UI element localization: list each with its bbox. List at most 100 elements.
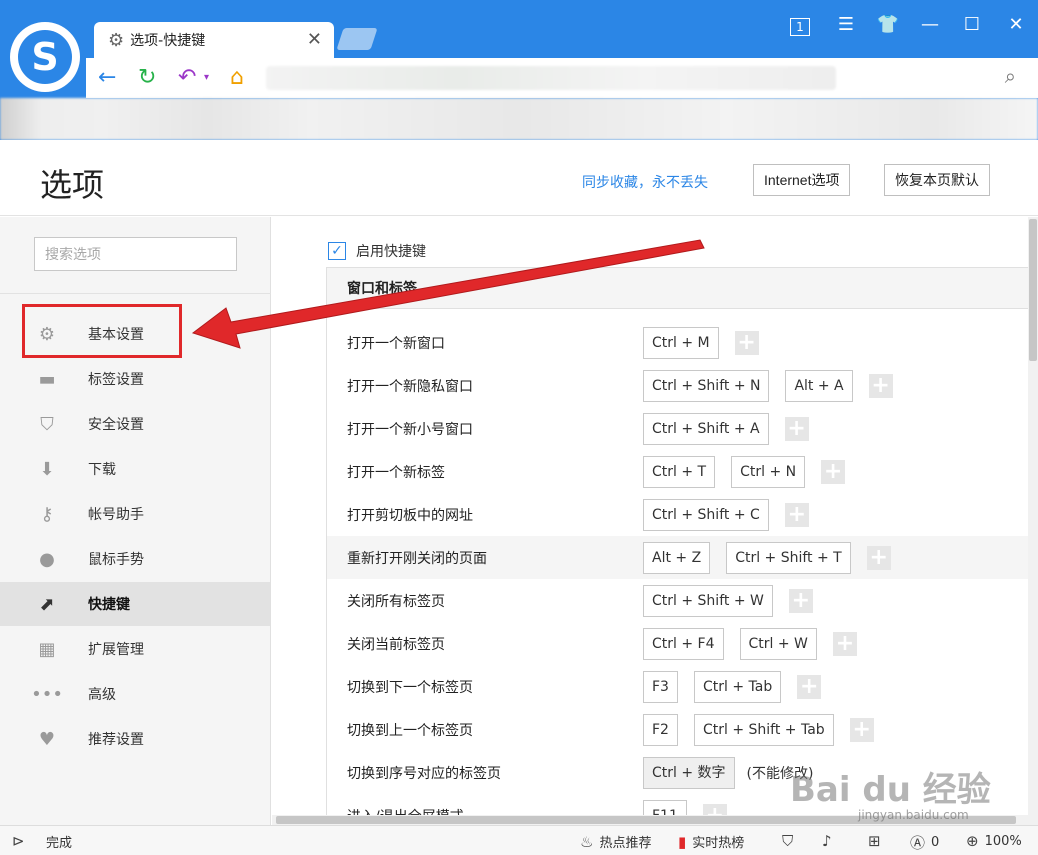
skin-icon[interactable]: 👕: [876, 14, 900, 35]
vertical-scroll-thumb[interactable]: [1029, 219, 1037, 361]
shortcut-key[interactable]: Ctrl + Shift + C: [643, 498, 769, 531]
shortcuts-panel: ✓ 启用快捷键 窗口和标签 打开一个新窗口 Ctrl + M + 打开一个新隐私窗…: [272, 217, 1038, 825]
shortcut-key[interactable]: Ctrl + Shift + Tab: [693, 713, 834, 746]
sync-link[interactable]: 同步收藏，永不丢失: [582, 172, 708, 192]
zoom-control[interactable]: ⊕ 100%: [966, 832, 1022, 850]
add-shortcut-icon[interactable]: +: [784, 502, 809, 527]
menu-icon[interactable]: ☰: [834, 14, 858, 35]
browser-chrome: S ⚙ 选项-快捷键 ✕ 1 ☰ 👕 — ☐ ✕ ← ↻ ↶ ▾ ⌂ ⌕: [0, 0, 1038, 140]
restore-defaults-button[interactable]: 恢复本页默认: [884, 164, 990, 196]
add-shortcut-icon[interactable]: +: [788, 588, 813, 613]
window-count-badge[interactable]: 1: [790, 18, 810, 36]
shortcut-key[interactable]: Alt + Z: [643, 541, 711, 574]
add-shortcut-icon[interactable]: +: [866, 545, 891, 570]
enable-shortcuts-row[interactable]: ✓ 启用快捷键: [328, 241, 426, 261]
more-icon: •••: [31, 683, 63, 705]
ad-block-icon: Ⓐ: [910, 834, 926, 852]
heart-icon: ♥: [38, 728, 56, 750]
home-icon[interactable]: ⌂: [230, 64, 244, 92]
shortcut-command: 打开一个新窗口: [347, 335, 445, 352]
shortcut-key[interactable]: Ctrl + Shift + T: [726, 541, 851, 574]
shortcut-key[interactable]: Ctrl + W: [739, 627, 817, 660]
table-row: 关闭当前标签页 Ctrl + F4 Ctrl + W +: [327, 622, 1038, 665]
shortcut-command: 切换到上一个标签页: [347, 722, 473, 739]
shortcut-key[interactable]: Ctrl + Shift + N: [643, 369, 770, 402]
shortcut-key[interactable]: Ctrl + F4: [643, 627, 724, 660]
sidebar-item-label: 鼠标手势: [88, 552, 144, 568]
window-close-icon[interactable]: ✕: [1004, 14, 1028, 35]
shortcut-key[interactable]: Ctrl + Shift + A: [643, 412, 769, 445]
table-row: 重新打开刚关闭的页面 Alt + Z Ctrl + Shift + T +: [327, 536, 1038, 579]
add-shortcut-icon[interactable]: +: [734, 330, 759, 355]
adblock-status[interactable]: Ⓐ 0: [910, 832, 939, 853]
shortcut-key[interactable]: F3: [643, 670, 678, 703]
sidebar-item-account[interactable]: ⚷ 帐号助手: [0, 492, 270, 536]
realtime-hot-button[interactable]: ▮ 实时热榜: [678, 832, 744, 852]
shortcut-command: 打开剪切板中的网址: [347, 507, 473, 524]
shortcut-command: 打开一个新隐私窗口: [347, 378, 473, 395]
sidebar-item-label: 下载: [88, 462, 116, 478]
shortcut-command: 关闭所有标签页: [347, 593, 445, 610]
add-shortcut-icon[interactable]: +: [832, 631, 857, 656]
enable-shortcuts-label: 启用快捷键: [356, 244, 426, 260]
table-row: 切换到上一个标签页 F2 Ctrl + Shift + Tab +: [327, 708, 1038, 751]
sidebar-toggle-icon: ⊳: [12, 832, 25, 850]
back-icon[interactable]: ←: [98, 64, 116, 92]
sidebar-item-extensions[interactable]: ▦ 扩展管理: [0, 627, 270, 671]
shortcut-key[interactable]: Alt + A: [785, 369, 853, 402]
tab-options-shortcuts[interactable]: ⚙ 选项-快捷键 ✕: [94, 22, 334, 58]
shortcut-command: 打开一个新小号窗口: [347, 421, 473, 438]
search-input[interactable]: [34, 237, 237, 271]
address-input[interactable]: [266, 66, 836, 90]
sidebar-item-security[interactable]: ⛉ 安全设置: [0, 402, 270, 446]
sidebar-item-label: 帐号助手: [88, 507, 144, 523]
add-shortcut-icon[interactable]: +: [784, 416, 809, 441]
extensions-button[interactable]: ⊞: [868, 832, 887, 850]
watermark-logo: Bai du 经验: [790, 770, 991, 810]
sidebar-item-label: 标签设置: [88, 372, 144, 388]
download-icon: ⬇: [39, 458, 55, 480]
tab-title: 选项-快捷键: [130, 33, 206, 49]
shortcut-key[interactable]: Ctrl + M: [643, 326, 719, 359]
close-tab-icon[interactable]: ✕: [307, 29, 322, 50]
enable-shortcuts-checkbox[interactable]: ✓: [328, 242, 346, 260]
browser-logo[interactable]: S: [10, 22, 80, 92]
hot-recommend-button[interactable]: ♨ 热点推荐: [580, 832, 652, 852]
add-shortcut-icon[interactable]: +: [821, 459, 846, 484]
sidebar-item-label: 推荐设置: [88, 732, 144, 748]
sound-button[interactable]: ♪: [822, 832, 838, 850]
sidebar-item-shortcuts[interactable]: ⬈ 快捷键: [0, 582, 270, 626]
search-icon[interactable]: ⌕: [1005, 64, 1016, 88]
hot-recommend-label: 热点推荐: [599, 836, 652, 851]
shortcut-command: 切换到下一个标签页: [347, 679, 473, 696]
undo-dropdown-icon[interactable]: ▾: [204, 64, 209, 92]
security-status[interactable]: ⛉: [782, 832, 799, 850]
shortcut-key[interactable]: Ctrl + T: [643, 455, 716, 488]
sidebar-item-tabs[interactable]: ▬ 标签设置: [0, 357, 270, 401]
shortcut-key[interactable]: Ctrl + N: [731, 455, 806, 488]
add-shortcut-icon[interactable]: +: [868, 373, 893, 398]
add-shortcut-icon[interactable]: +: [849, 717, 874, 742]
undo-icon[interactable]: ↶: [178, 64, 196, 92]
sidebar-toggle[interactable]: ⊳: [12, 832, 31, 850]
add-shortcut-icon[interactable]: +: [797, 674, 822, 699]
sidebar-item-recommended[interactable]: ♥ 推荐设置: [0, 717, 270, 761]
new-tab-button[interactable]: [336, 28, 378, 50]
highlight-box: [22, 304, 182, 358]
minimize-icon[interactable]: —: [918, 14, 942, 35]
zoom-level: 100%: [984, 833, 1022, 849]
key-icon: ⚷: [40, 503, 54, 525]
sidebar-item-download[interactable]: ⬇ 下载: [0, 447, 270, 491]
refresh-icon[interactable]: ↻: [138, 64, 156, 92]
sidebar-item-advanced[interactable]: ••• 高级: [0, 672, 270, 716]
maximize-icon[interactable]: ☐: [960, 14, 984, 35]
shortcut-key[interactable]: Ctrl + Tab: [693, 670, 782, 703]
zoom-icon: ⊕: [966, 832, 979, 850]
tab-icon: ▬: [38, 368, 56, 390]
shortcut-key[interactable]: F2: [643, 713, 678, 746]
internet-options-button[interactable]: Internet选项: [753, 164, 851, 196]
shortcut-key[interactable]: Ctrl + Shift + W: [643, 584, 773, 617]
shortcut-command: 关闭当前标签页: [347, 636, 445, 653]
sidebar-item-mouse-gesture[interactable]: ● 鼠标手势: [0, 537, 270, 581]
vertical-scrollbar[interactable]: [1028, 217, 1038, 825]
